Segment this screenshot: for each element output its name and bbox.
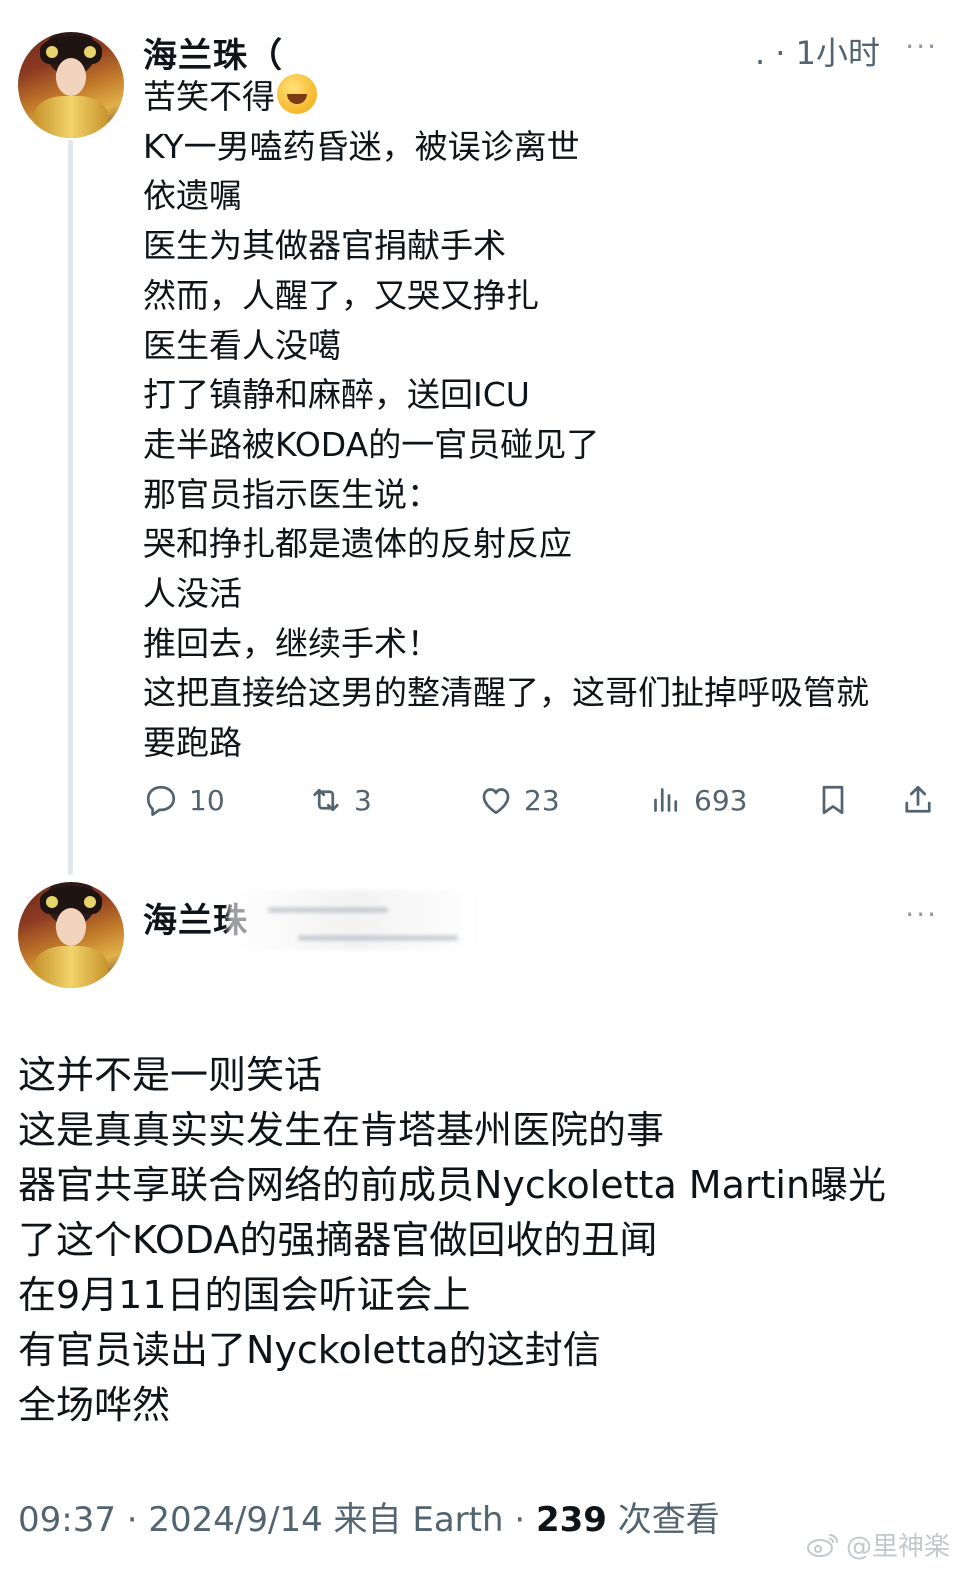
obscured-handle [228,890,478,950]
post-line: 然而，人醒了，又哭又挣扎 [143,275,539,315]
post-line: 有官员读出了Nyckoletta的这封信 [18,1328,601,1372]
share-button[interactable] [900,782,946,818]
view-total: 239 [535,1500,607,1540]
post-action-bar: 10 3 23 693 [143,782,943,832]
thread-connector-line [68,140,73,875]
post-line: 苦笑不得 [143,77,275,116]
post-line: 医生看人没噶 [143,325,341,365]
views-bar-chart-icon [654,788,678,812]
views-label: 次查看 [606,1500,720,1540]
post-timestamp[interactable]: . · 1小时 [755,28,880,74]
view-count: 693 [694,783,748,817]
post-line: 走半路被KODA的一官员碰见了 [143,424,600,464]
post-line: 哭和挣扎都是遗体的反射反应 [143,524,572,564]
post-line: 器官共享联合网络的前成员Nyckoletta Martin曝光 [18,1163,887,1207]
avatar[interactable] [18,882,124,988]
reply-count: 10 [189,783,225,817]
rofl-emoji-icon [277,74,317,114]
post-line: 在9月11日的国会听证会上 [18,1273,471,1317]
repost-icon [313,788,339,812]
reply-icon [146,785,176,817]
watermark-text: @里神楽 [845,1532,950,1562]
post-line: 那官员指示医生说： [143,474,440,514]
bookmark-icon [822,785,844,815]
post-line: 人没活 [143,574,242,614]
post-line: 推回去，继续手术！ [143,623,440,663]
post-meta-footer: 09:37 · 2024/9/14 来自 Earth · 239 次查看 [18,1492,720,1541]
post-line: 医生为其做器官捐献手术 [143,226,506,266]
views-button[interactable]: 693 [648,782,747,818]
heart-icon [482,788,510,815]
weibo-logo-icon [806,1533,838,1557]
post-line: 全场哗然 [18,1383,171,1427]
post-text: 苦笑不得 KY一男嗑药昏迷，被误诊离世 依遗嘱 医生为其做器官捐献手术 然而，人… [143,72,943,768]
avatar[interactable] [18,32,124,138]
post-line: 依遗嘱 [143,176,242,216]
post-text: 这并不是一则笑话 这是真真实实发生在肯塔基州医院的事 器官共享联合网络的前成员N… [18,1048,938,1433]
post-line: KY一男嗑药昏迷，被误诊离世 [143,126,580,166]
watermark: @里神楽 [806,1526,950,1563]
post-line: 这是真真实实发生在肯塔基州医院的事 [18,1108,665,1152]
post-line: 要跑路 [143,723,242,763]
bookmark-button[interactable] [815,782,861,818]
post-line: 了这个KODA的强摘器官做回收的丑闻 [18,1218,658,1262]
reply-button[interactable]: 10 [143,782,225,818]
post-line: 这并不是一则笑话 [18,1053,323,1097]
author-name[interactable]: 海兰珠（ [143,28,283,77]
share-icon [905,785,931,813]
post-datetime-source[interactable]: 09:37 · 2024/9/14 来自 Earth · [18,1500,536,1540]
more-options-icon[interactable]: ··· [905,30,938,63]
like-button[interactable]: 23 [478,782,560,818]
like-count: 23 [524,783,560,817]
repost-count: 3 [354,783,372,817]
more-options-icon[interactable]: ··· [905,898,938,931]
repost-button[interactable]: 3 [308,782,372,818]
post-line: 打了镇静和麻醉，送回ICU [143,375,530,415]
post-line: 这把直接给这男的整清醒了，这哥们扯掉呼吸管就 [143,673,869,713]
